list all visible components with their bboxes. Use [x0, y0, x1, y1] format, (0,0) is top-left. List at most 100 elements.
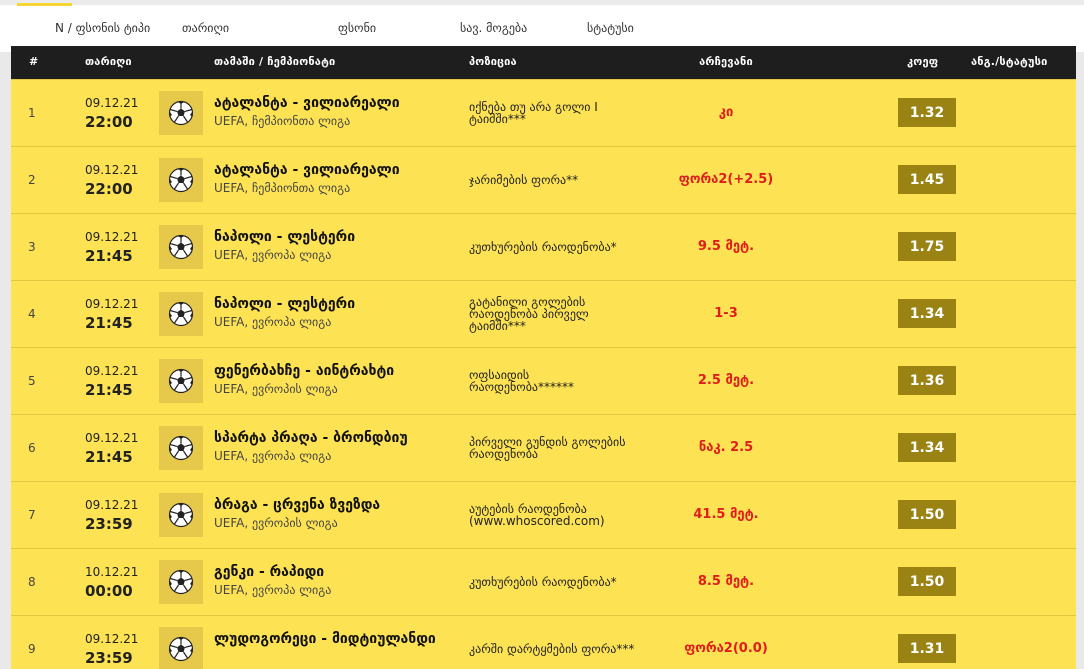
position-line: ჯარიმების ფორა**: [469, 173, 579, 187]
header-position: პოზიცია: [469, 55, 517, 68]
soccer-ball-icon: [159, 359, 203, 403]
row-number: 6: [28, 441, 36, 455]
bet-choice: 1-3: [714, 306, 738, 321]
match-time: 22:00: [85, 113, 133, 131]
match-title[interactable]: ბრაგა - ცრვენა ზვეზდა: [214, 497, 380, 514]
match-date: 09.12.21: [85, 498, 139, 512]
bet-position: იქნება თუ არა გოლი Iტაიმში***: [469, 101, 659, 125]
league-name: UEFA, ჩემპიონთა ლიგა: [214, 114, 351, 128]
row-number: 5: [28, 374, 36, 388]
tab-date[interactable]: თარიღი: [182, 21, 229, 35]
table-row[interactable]: 8 10.12.21 00:00 გენკი - რაპიდი UEFA, ევროპა…: [11, 548, 1076, 615]
league-name: UEFA, ევროპა ლიგა: [214, 449, 332, 463]
bet-choice: 8.5 მეტ.: [697, 574, 755, 589]
table-row[interactable]: 7 09.12.21 23:59 ბრაგა - ცრვენა ზვეზდა UEFA,…: [11, 481, 1076, 548]
coefficient-badge: 1.31: [898, 634, 956, 663]
coefficient-badge: 1.36: [898, 366, 956, 395]
row-number: 1: [28, 106, 36, 120]
match-title[interactable]: გენკი - რაპიდი: [214, 564, 324, 581]
match-time: 22:00: [85, 180, 133, 198]
bet-position: პირველი გუნდის გოლების რაოდენობა: [469, 436, 659, 460]
table-row[interactable]: 9 09.12.21 23:59 ლუდოგორეცი - მიდტიულანდი კა…: [11, 615, 1076, 669]
match-time: 21:45: [85, 247, 133, 265]
position-line: (www.whoscored.com): [469, 514, 605, 528]
bet-choice: ნაკ. 2.5: [698, 440, 754, 455]
match-title[interactable]: ნაპოლი - ლესტერი: [214, 296, 355, 313]
league-name: UEFA, ევროპის ლიგა: [214, 516, 338, 530]
match-title[interactable]: სპარტა პრაღა - ბრონდბიუ: [214, 430, 408, 447]
league-name: UEFA, ევროპა ლიგა: [214, 248, 332, 262]
header-coef: კოეფ: [907, 55, 939, 68]
match-date: 09.12.21: [85, 632, 139, 646]
header-num: #: [29, 55, 39, 68]
league-name: UEFA, ევროპა ლიგა: [214, 583, 332, 597]
soccer-ball-icon: [159, 426, 203, 470]
bet-choice: კი: [718, 105, 734, 120]
bet-position: გატანილი გოლების რაოდენობა პირველ ტაიმში**…: [469, 296, 659, 332]
bet-position: კუთხურების რაოდენობა*: [469, 241, 659, 253]
coefficient-badge: 1.34: [898, 299, 956, 328]
table-row[interactable]: 3 09.12.21 21:45 ნაპოლი - ლესტერი UEFA, ევრო…: [11, 213, 1076, 280]
bet-position: კარში დარტყმების ფორა***: [469, 643, 659, 655]
tab-bet-type[interactable]: N / ფსონის ტიპი: [55, 21, 150, 35]
header-choice: არჩევანი: [699, 55, 753, 68]
bets-table: # თარიღი თამაში / ჩემპიონატი პოზიცია არჩ…: [11, 46, 1076, 669]
bet-choice: 41.5 მეტ.: [693, 507, 759, 522]
coefficient-badge: 1.75: [898, 232, 956, 261]
match-title[interactable]: ატალანტა - ვილიარეალი: [214, 162, 400, 179]
position-line: კარში დარტყმების ფორა***: [469, 642, 635, 656]
tab-status[interactable]: სტატუსი: [587, 21, 634, 35]
coefficient-badge: 1.45: [898, 165, 956, 194]
row-number: 7: [28, 508, 36, 522]
bet-choice: 9.5 მეტ.: [697, 239, 755, 254]
bet-choice: ფორა2(0.0): [684, 641, 768, 656]
league-name: UEFA, ჩემპიონთა ლიგა: [214, 181, 351, 195]
coefficient-badge: 1.34: [898, 433, 956, 462]
match-date: 09.12.21: [85, 297, 139, 311]
table-row[interactable]: 5 09.12.21 21:45 ფენერბახჩე - აინტრახტი UEFA…: [11, 347, 1076, 414]
soccer-ball-icon: [159, 627, 203, 669]
position-line: კუთხურების რაოდენობა*: [469, 575, 617, 589]
league-name: UEFA, ევროპა ლიგა: [214, 315, 332, 329]
table-row[interactable]: 6 09.12.21 21:45 სპარტა პრაღა - ბრონდბიუ UEF…: [11, 414, 1076, 481]
soccer-ball-icon: [159, 91, 203, 135]
match-time: 23:59: [85, 649, 133, 667]
match-title[interactable]: ატალანტა - ვილიარეალი: [214, 95, 400, 112]
position-line: ტაიმში***: [469, 112, 526, 126]
match-date: 09.12.21: [85, 163, 139, 177]
row-number: 8: [28, 575, 36, 589]
match-time: 23:59: [85, 515, 133, 533]
match-time: 21:45: [85, 314, 133, 332]
match-title[interactable]: ფენერბახჩე - აინტრახტი: [214, 363, 394, 380]
match-time: 21:45: [85, 448, 133, 466]
match-date: 09.12.21: [85, 364, 139, 378]
tab-potential-win[interactable]: სავ. მოგება: [460, 21, 527, 35]
soccer-ball-icon: [159, 560, 203, 604]
active-tab-indicator: [17, 3, 72, 6]
league-name: UEFA, ევროპის ლიგა: [214, 382, 338, 396]
table-row[interactable]: 2 09.12.21 22:00 ატალანტა - ვილიარეალი UEFA,…: [11, 146, 1076, 213]
table-row[interactable]: 1 09.12.21 22:00 ატალანტა - ვილიარეალი UEFA,…: [11, 79, 1076, 146]
position-line: კუთხურების რაოდენობა*: [469, 240, 617, 254]
filter-bar: N / ფსონის ტიპი თარიღი ფსონი სავ. მოგება…: [0, 0, 1084, 52]
bet-choice: ფორა2(+2.5): [678, 172, 774, 187]
coefficient-badge: 1.50: [898, 567, 956, 596]
bet-position: კუთხურების რაოდენობა*: [469, 576, 659, 588]
soccer-ball-icon: [159, 493, 203, 537]
match-time: 21:45: [85, 381, 133, 399]
bet-choice: 2.5 მეტ.: [697, 373, 755, 388]
top-strip: [0, 0, 1084, 5]
bet-position: ჯარიმების ფორა**: [469, 174, 659, 186]
header-status: ანგ./სტატუსი: [971, 55, 1048, 68]
match-time: 00:00: [85, 582, 133, 600]
row-number: 2: [28, 173, 36, 187]
soccer-ball-icon: [159, 158, 203, 202]
match-title[interactable]: ლუდოგორეცი - მიდტიულანდი: [214, 631, 436, 648]
coefficient-badge: 1.50: [898, 500, 956, 529]
position-line: ტაიმში***: [469, 319, 526, 333]
table-header: # თარიღი თამაში / ჩემპიონატი პოზიცია არჩ…: [11, 46, 1076, 79]
header-date: თარიღი: [85, 55, 132, 68]
tab-stake[interactable]: ფსონი: [338, 21, 376, 35]
table-row[interactable]: 4 09.12.21 21:45 ნაპოლი - ლესტერი UEFA, ევრო…: [11, 280, 1076, 347]
match-title[interactable]: ნაპოლი - ლესტერი: [214, 229, 355, 246]
